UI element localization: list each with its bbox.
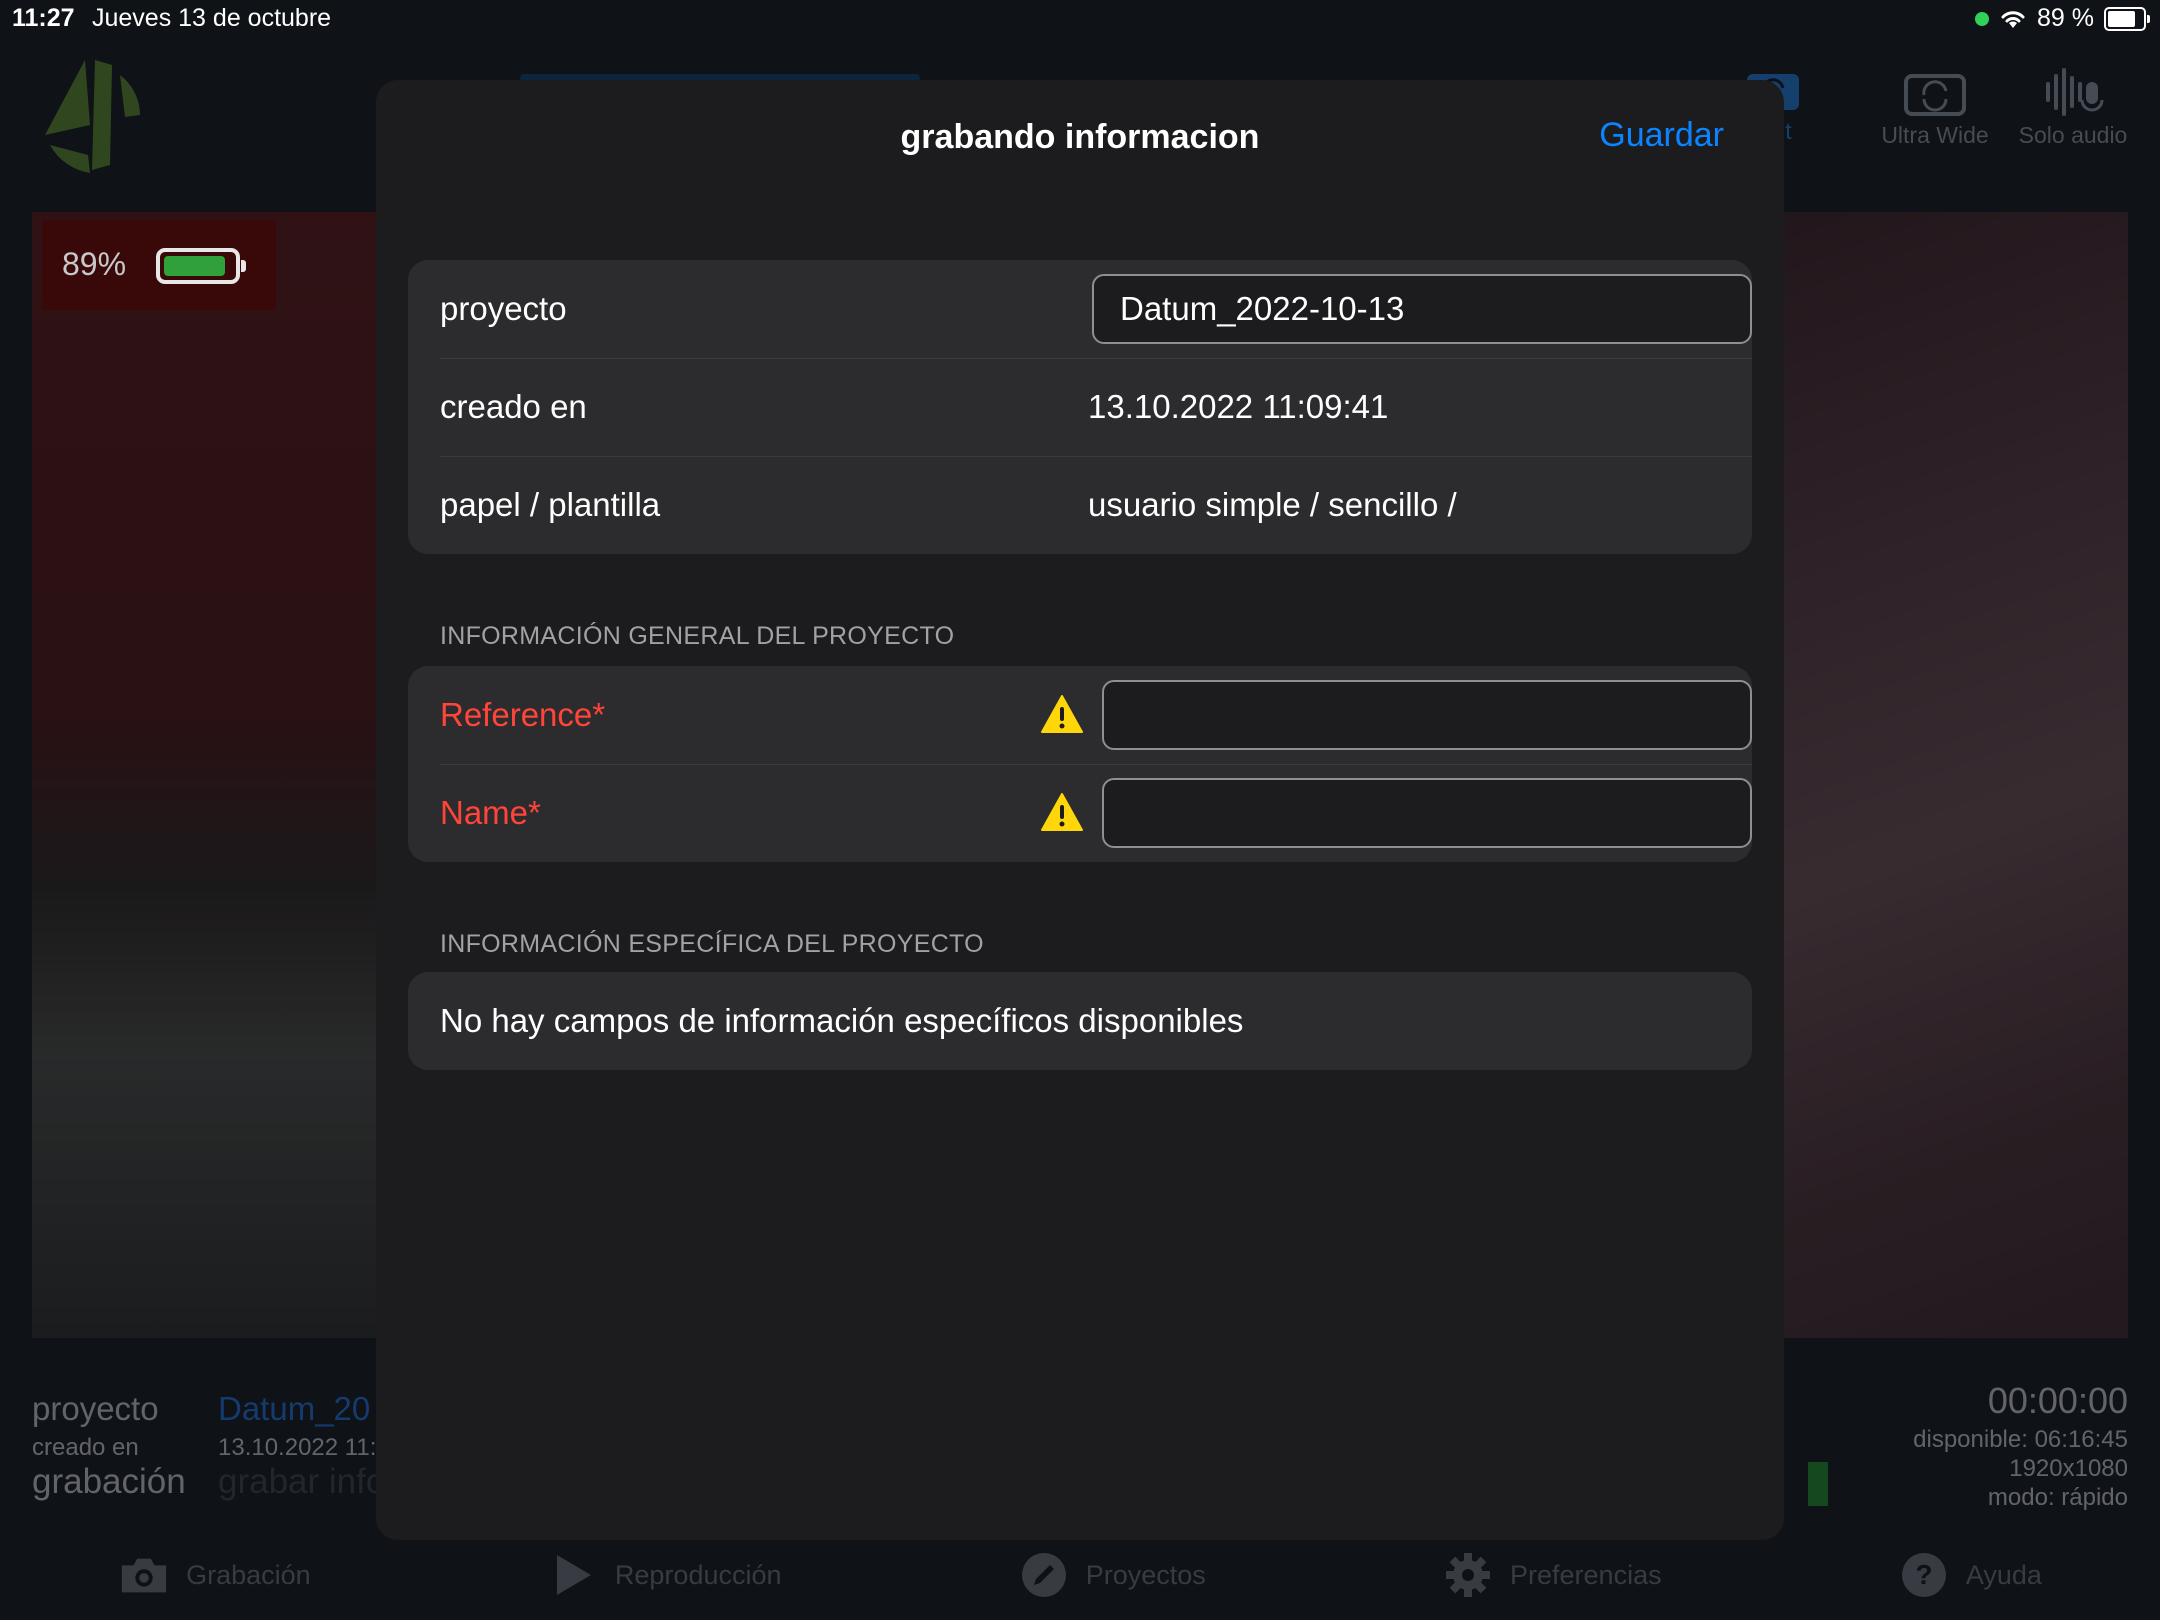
- bg-grabacion-value[interactable]: grabar info: [218, 1462, 385, 1502]
- general-section-header: INFORMACIÓN GENERAL DEL PROYECTO: [440, 622, 955, 650]
- warning-icon: [1041, 793, 1083, 831]
- recording-mode: modo: rápido: [1987, 1484, 2128, 1511]
- status-time: 11:27: [12, 4, 75, 32]
- tab-reproduccion[interactable]: Reproducción: [547, 1549, 782, 1601]
- resolution: 1920x1080: [2009, 1455, 2128, 1482]
- creado-value: 13.10.2022 11:09:41: [1088, 388, 1389, 425]
- no-specific-fields-text: No hay campos de información específicos…: [440, 1002, 1244, 1039]
- bg-grabacion-label: grabación: [32, 1462, 186, 1501]
- tab-grabacion[interactable]: Grabación: [118, 1549, 311, 1601]
- proyecto-input[interactable]: Datum_2022-10-13: [1092, 274, 1752, 344]
- tab-proyectos[interactable]: Proyectos: [1018, 1549, 1206, 1601]
- recording-info-modal: grabando informacion Guardar proyecto Da…: [376, 80, 1784, 1540]
- camera-in-use-dot: [1975, 11, 1990, 26]
- help-icon: ?: [1901, 1553, 1946, 1597]
- tab-label: Proyectos: [1085, 1559, 1206, 1590]
- save-button[interactable]: Guardar: [1599, 116, 1724, 155]
- app-logo: [45, 60, 140, 173]
- tab-label: Reproducción: [614, 1559, 782, 1590]
- bg-proyecto-label: proyecto: [32, 1390, 159, 1427]
- warning-icon: [1041, 695, 1083, 733]
- camera-preview-left: [32, 212, 392, 1338]
- recording-time: 00:00:00: [1987, 1380, 2128, 1421]
- specific-fields-group: No hay campos de información específicos…: [408, 972, 1752, 1070]
- papel-value: usuario simple / sencillo /: [1088, 486, 1457, 523]
- pencil-icon: [1021, 1553, 1066, 1597]
- summary-group: proyecto Datum_2022-10-13 creado en 13.1…: [408, 260, 1752, 554]
- waveform-mic-icon: [2046, 68, 2104, 116]
- status-date: Jueves 13 de octubre: [92, 4, 332, 32]
- tab-preferencias[interactable]: Preferencias: [1442, 1549, 1662, 1601]
- tab-label: Ayuda: [1965, 1559, 2042, 1590]
- bg-creado-value: 13.10.2022 11:: [218, 1434, 377, 1461]
- modal-title: grabando informacion: [900, 118, 1260, 156]
- solo-audio-button[interactable]: Solo audio: [2008, 66, 2138, 149]
- svg-text:?: ?: [1915, 1559, 1932, 1590]
- camera-flip-icon: [1904, 74, 1966, 116]
- solo-audio-label: Solo audio: [2018, 122, 2128, 148]
- proyecto-label: proyecto: [440, 290, 567, 327]
- gear-icon: [1446, 1553, 1491, 1597]
- tab-label: Preferencias: [1510, 1559, 1662, 1590]
- tab-bar: Grabación Reproducción Proyectos Prefere…: [0, 1530, 2160, 1620]
- reference-input[interactable]: [1102, 680, 1752, 750]
- bg-proyecto-value[interactable]: Datum_20: [218, 1390, 370, 1428]
- ultra-wide-button[interactable]: Ultra Wide: [1870, 66, 2000, 149]
- reference-label: Reference*: [440, 696, 606, 733]
- camera-battery-icon: [156, 248, 246, 284]
- general-fields-group: Reference* Name*: [408, 666, 1752, 862]
- name-label: Name*: [440, 794, 541, 831]
- tab-label: Grabación: [186, 1559, 311, 1590]
- camera-battery-percent: 89%: [62, 246, 127, 282]
- status-battery-text: 89 %: [2037, 4, 2094, 32]
- battery-icon: [2104, 6, 2150, 31]
- creado-label: creado en: [440, 388, 587, 425]
- ultra-wide-label: Ultra Wide: [1881, 122, 1989, 148]
- camera-preview-right: [1770, 212, 2128, 1338]
- audio-level-meter: [1808, 1462, 1828, 1506]
- available-time: disponible: 06:16:45: [1913, 1426, 2128, 1453]
- tab-ayuda[interactable]: ? Ayuda: [1898, 1549, 2042, 1601]
- proyecto-input-value: Datum_2022-10-13: [1120, 290, 1405, 327]
- play-icon: [556, 1555, 591, 1595]
- camera-icon: [121, 1558, 167, 1593]
- bg-creado-label: creado en: [32, 1434, 139, 1461]
- specific-section-header: INFORMACIÓN ESPECÍFICA DEL PROYECTO: [440, 930, 984, 958]
- papel-label: papel / plantilla: [440, 486, 661, 523]
- wifi-icon: [2001, 10, 2025, 28]
- name-input[interactable]: [1102, 778, 1752, 848]
- status-right: 89 %: [1975, 4, 2150, 33]
